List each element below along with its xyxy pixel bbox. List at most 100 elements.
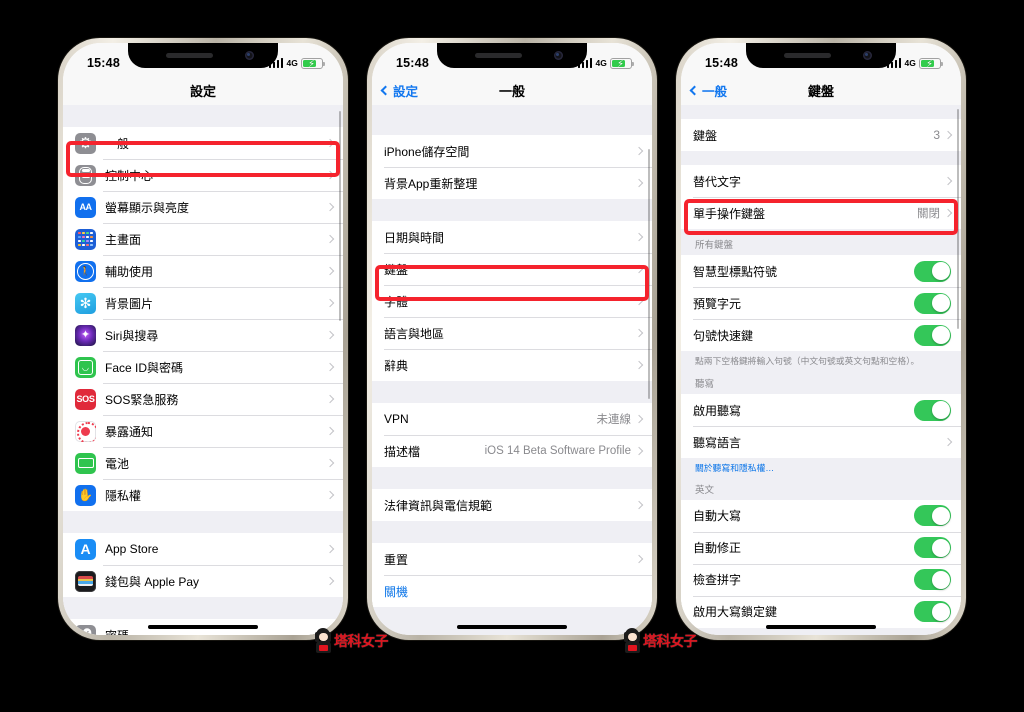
row-background-app-refresh[interactable]: 背景App重新整理 <box>372 167 652 199</box>
wallpaper-icon <box>75 292 96 314</box>
chevron-right-icon <box>634 232 644 242</box>
sidebar-item-control-center[interactable]: 控制中心 <box>63 159 343 191</box>
status-indicators: 4G ⚡ <box>577 57 634 70</box>
row-label: 主畫面 <box>105 232 142 247</box>
sidebar-item-home-screen[interactable]: 主畫面 <box>63 223 343 255</box>
status-time: 15:48 <box>87 56 120 70</box>
row-enable-dictation[interactable]: 啟用聽寫 <box>681 394 961 427</box>
notch <box>128 43 278 68</box>
sidebar-item-wallet-apple-pay[interactable]: 錢包與 Apple Pay <box>63 565 343 597</box>
list-spacer <box>372 521 652 543</box>
sidebar-item-face-id-passcode[interactable]: Face ID與密碼 <box>63 351 343 383</box>
row-label: 聽寫語言 <box>693 435 742 450</box>
chevron-right-icon <box>943 438 953 447</box>
sidebar-item-privacy[interactable]: 隱私權 <box>63 479 343 511</box>
row-fonts[interactable]: 字體 <box>372 285 652 317</box>
back-button[interactable]: 一般 <box>689 75 728 105</box>
notch <box>437 43 587 68</box>
back-button-label: 一般 <box>702 84 728 99</box>
row-label: 背景圖片 <box>105 296 154 311</box>
home-indicator[interactable] <box>766 625 876 629</box>
front-camera-icon <box>554 51 563 60</box>
toggle-check-spelling[interactable] <box>914 569 951 591</box>
sidebar-item-display-brightness[interactable]: AA 螢幕顯示與亮度 <box>63 191 343 223</box>
sidebar-item-emergency-sos[interactable]: SOS SOS緊急服務 <box>63 383 343 415</box>
notch <box>746 43 896 68</box>
row-smart-punctuation[interactable]: 智慧型標點符號 <box>681 255 961 287</box>
accessibility-icon <box>75 260 96 282</box>
sidebar-item-battery[interactable]: 電池 <box>63 447 343 479</box>
row-dictation-languages[interactable]: 聽寫語言 <box>681 426 961 459</box>
phone-1-settings-list[interactable]: 一般 控制中心 AA 螢幕顯示與亮度 <box>63 105 343 635</box>
home-indicator[interactable] <box>457 625 567 629</box>
row-language-region[interactable]: 語言與地區 <box>372 317 652 349</box>
home-indicator[interactable] <box>148 625 258 629</box>
toggle-enable-dictation[interactable] <box>914 399 951 421</box>
chevron-right-icon <box>325 458 335 468</box>
row-auto-correction[interactable]: 自動修正 <box>681 531 961 564</box>
screenshot-stage: 15:48 4G ⚡ 設定 一般 <box>0 0 1024 712</box>
siri-icon <box>75 324 96 346</box>
list-spacer <box>681 105 961 119</box>
toggle-auto-correction[interactable] <box>914 537 951 559</box>
back-button[interactable]: 設定 <box>380 75 418 105</box>
scroll-indicator[interactable] <box>956 109 959 329</box>
row-profile[interactable]: 描述檔 iOS 14 Beta Software Profile <box>372 435 652 467</box>
sidebar-item-exposure-notifications[interactable]: 暴露通知 <box>63 415 343 447</box>
row-auto-capitalization[interactable]: 自動大寫 <box>681 499 961 532</box>
scroll-indicator[interactable] <box>338 111 341 321</box>
display-brightness-icon: AA <box>75 196 96 218</box>
exposure-notification-icon <box>75 420 96 442</box>
sidebar-item-wallpaper[interactable]: 背景圖片 <box>63 287 343 319</box>
toggle-enable-caps-lock[interactable] <box>914 601 951 623</box>
phone-2-general-list[interactable]: iPhone儲存空間 背景App重新整理 日期與時間 鍵盤 字體 語言與地區 辭… <box>372 105 652 635</box>
network-type-label: 4G <box>595 58 607 68</box>
list-spacer <box>372 105 652 135</box>
sidebar-item-accessibility[interactable]: 輔助使用 <box>63 255 343 287</box>
row-period-shortcut[interactable]: 句號快速鍵 <box>681 319 961 351</box>
row-enable-caps-lock[interactable]: 啟用大寫鎖定鍵 <box>681 595 961 628</box>
toggle-auto-capitalization[interactable] <box>914 505 951 527</box>
row-check-spelling[interactable]: 檢查拼字 <box>681 563 961 596</box>
row-label: 電池 <box>105 456 130 471</box>
row-label: 單手操作鍵盤 <box>693 206 766 221</box>
row-character-preview[interactable]: 預覽字元 <box>681 287 961 319</box>
toggle-smart-punctuation[interactable] <box>914 260 951 282</box>
row-vpn[interactable]: VPN 未連線 <box>372 403 652 435</box>
row-iphone-storage[interactable]: iPhone儲存空間 <box>372 135 652 167</box>
watermark-1: 塔科女子 <box>313 628 389 654</box>
row-value: 3 <box>933 128 940 142</box>
row-label: 預覽字元 <box>693 296 742 311</box>
battery-charging-icon: ⚡ <box>919 57 943 70</box>
row-date-time[interactable]: 日期與時間 <box>372 221 652 253</box>
chevron-right-icon <box>325 490 335 500</box>
row-legal-regulatory[interactable]: 法律資訊與電信規範 <box>372 489 652 521</box>
list-spacer <box>372 467 652 489</box>
sidebar-item-general[interactable]: 一般 <box>63 127 343 159</box>
row-label: 暴露通知 <box>105 424 154 439</box>
row-reset[interactable]: 重置 <box>372 543 652 575</box>
privacy-icon <box>75 484 96 506</box>
row-keyboards[interactable]: 鍵盤 3 <box>681 119 961 151</box>
row-shut-down[interactable]: 關機 <box>372 575 652 607</box>
phone-1-settings: 15:48 4G ⚡ 設定 一般 <box>58 38 348 640</box>
row-label: 句號快速鍵 <box>693 328 754 343</box>
row-text-replacement[interactable]: 替代文字 <box>681 165 961 197</box>
row-label: 檢查拼字 <box>693 573 742 588</box>
row-keyboard[interactable]: 鍵盤 <box>372 253 652 285</box>
toggle-period-shortcut[interactable] <box>914 324 951 346</box>
scroll-indicator[interactable] <box>647 149 650 399</box>
link-about-dictation-privacy[interactable]: 關於聽寫和隱私權… <box>681 458 961 482</box>
toggle-character-preview[interactable] <box>914 292 951 314</box>
phone-2-general: 15:48 4G ⚡ 設定 一般 iPhone儲存空間 背景App重新整理 日期… <box>367 38 657 640</box>
phone-3-keyboard-list[interactable]: 鍵盤 3 替代文字 單手操作鍵盤 關閉 所有鍵盤 智慧型標點符號 預覽字元 句號… <box>681 105 961 635</box>
row-one-handed-keyboard[interactable]: 單手操作鍵盤 關閉 <box>681 197 961 229</box>
chevron-right-icon <box>325 362 335 372</box>
row-label: 控制中心 <box>105 168 154 183</box>
sidebar-item-siri-search[interactable]: Siri與搜尋 <box>63 319 343 351</box>
row-dictionary[interactable]: 辭典 <box>372 349 652 381</box>
section-header-english: 英文 <box>681 481 961 500</box>
chevron-right-icon <box>634 500 644 510</box>
sidebar-item-app-store[interactable]: App Store <box>63 533 343 565</box>
general-group-reset: 重置 關機 <box>372 543 652 607</box>
